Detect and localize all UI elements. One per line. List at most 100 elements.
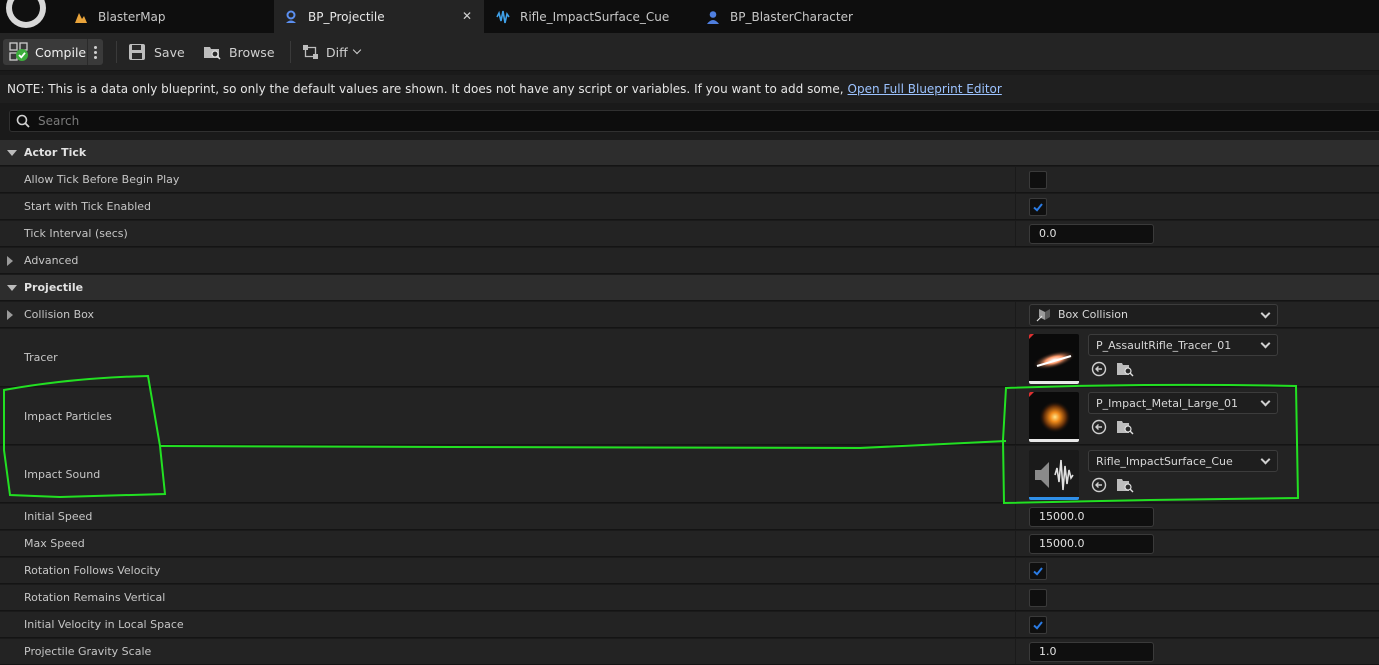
chevron-down-icon — [352, 45, 361, 55]
asset-type-bar — [1029, 439, 1079, 442]
dropdown-value: Rifle_ImpactSurface_Cue — [1096, 454, 1233, 468]
property-label: Start with Tick Enabled — [24, 200, 152, 213]
column-divider — [1015, 531, 1016, 556]
level-icon — [74, 10, 88, 24]
property-row-rotation-follows-velocity: Rotation Follows Velocity — [0, 558, 1379, 584]
checkmark-icon — [1033, 566, 1043, 576]
tracer-thumbnail[interactable] — [1029, 334, 1079, 384]
browse-asset-icon[interactable] — [1116, 418, 1134, 436]
tab-label: BP_Projectile — [308, 9, 385, 24]
rotation-follows-velocity-checkbox[interactable] — [1029, 561, 1047, 580]
browse-asset-icon[interactable] — [1116, 476, 1134, 494]
impact-sound-thumbnail[interactable] — [1029, 450, 1079, 500]
property-label: Rotation Follows Velocity — [24, 564, 161, 577]
tab-blastermap[interactable]: BlasterMap — [62, 0, 274, 33]
column-divider — [1015, 329, 1016, 386]
collision-box-dropdown[interactable]: Box Collision — [1029, 303, 1278, 326]
dropdown-value: P_AssaultRifle_Tracer_01 — [1096, 338, 1232, 352]
property-row-rotation-remains-vertical: Rotation Remains Vertical — [0, 585, 1379, 611]
browse-button[interactable]: Browse — [203, 39, 275, 65]
toolbar-divider — [116, 41, 117, 63]
impact-particles-dropdown[interactable]: P_Impact_Metal_Large_01 — [1088, 392, 1278, 414]
dropdown-value: P_Impact_Metal_Large_01 — [1096, 396, 1238, 410]
component-icon — [1036, 308, 1050, 321]
property-row-gravity-scale: Projectile Gravity Scale 1.0 — [0, 639, 1379, 665]
column-divider — [1015, 194, 1016, 219]
allow-tick-checkbox[interactable] — [1029, 170, 1047, 189]
property-label: Impact Particles — [24, 409, 112, 423]
column-divider — [1015, 446, 1016, 502]
compile-success-icon — [9, 42, 29, 62]
asset-type-bar — [1029, 497, 1079, 500]
tab-label: BP_BlasterCharacter — [730, 9, 853, 24]
rotation-remains-vertical-checkbox[interactable] — [1029, 588, 1047, 607]
blueprint-icon — [284, 10, 298, 24]
compile-button[interactable]: Compile — [3, 39, 103, 65]
particle-impact-icon — [1039, 401, 1071, 433]
chevron-down-icon — [1260, 454, 1271, 465]
diff-button[interactable]: Diff — [302, 39, 361, 65]
chevron-down-icon — [1260, 338, 1271, 349]
use-selected-icon[interactable] — [1090, 418, 1108, 436]
expanded-arrow-icon[interactable] — [7, 140, 17, 165]
tab-label: BlasterMap — [98, 9, 166, 24]
impact-sound-asset-actions — [1090, 476, 1134, 494]
max-speed-field[interactable]: 15000.0 — [1029, 533, 1154, 554]
use-selected-icon[interactable] — [1090, 360, 1108, 378]
property-label: Allow Tick Before Begin Play — [24, 173, 180, 186]
collapsed-arrow-icon[interactable] — [7, 302, 13, 327]
column-divider — [1015, 558, 1016, 583]
column-divider — [1015, 388, 1016, 444]
diff-label: Diff — [326, 44, 348, 60]
column-divider — [1015, 302, 1016, 327]
chevron-down-icon — [1260, 396, 1271, 407]
save-button[interactable]: Save — [128, 39, 185, 65]
browse-asset-icon[interactable] — [1116, 360, 1134, 378]
gravity-scale-field[interactable]: 1.0 — [1029, 641, 1154, 662]
tab-bar: BlasterMap BP_Projectile ✕ Rifle_ImpactS… — [0, 0, 1379, 33]
tracer-dropdown[interactable]: P_AssaultRifle_Tracer_01 — [1088, 334, 1278, 356]
tab-bp-blastercharacter[interactable]: BP_BlasterCharacter — [698, 0, 908, 33]
property-row-allow-tick: Allow Tick Before Begin Play — [0, 167, 1379, 193]
dirty-marker — [1029, 392, 1034, 397]
initial-speed-field[interactable]: 15000.0 — [1029, 506, 1154, 527]
property-row-tick-interval: Tick Interval (secs) 0.0 — [0, 221, 1379, 247]
property-row-initial-velocity-local: Initial Velocity in Local Space — [0, 612, 1379, 638]
start-tick-checkbox[interactable] — [1029, 197, 1047, 216]
search-input[interactable]: Search — [9, 110, 1379, 132]
impact-particles-thumbnail[interactable] — [1029, 392, 1079, 442]
impact-sound-dropdown[interactable]: Rifle_ImpactSurface_Cue — [1088, 450, 1278, 472]
property-row-start-tick: Start with Tick Enabled — [0, 194, 1379, 220]
checkmark-icon — [1033, 620, 1043, 630]
speaker-waveform-icon — [1035, 459, 1074, 491]
tick-interval-field[interactable]: 0.0 — [1029, 223, 1154, 244]
property-row-advanced[interactable]: Advanced — [0, 248, 1379, 274]
column-divider — [1015, 167, 1016, 192]
search-placeholder: Search — [38, 114, 80, 128]
open-full-blueprint-editor-link[interactable]: Open Full Blueprint Editor — [848, 82, 1002, 96]
close-tab-icon[interactable]: ✕ — [462, 9, 472, 23]
property-label: Projectile Gravity Scale — [24, 645, 152, 658]
property-label: Tracer — [24, 351, 58, 364]
particle-tracer-icon — [1032, 350, 1076, 370]
browse-label: Browse — [229, 44, 275, 60]
collapsed-arrow-icon[interactable] — [7, 248, 13, 273]
unreal-logo-icon[interactable] — [6, 0, 46, 28]
property-row-collision-box: Collision Box Box Collision — [0, 302, 1379, 328]
sound-cue-icon — [496, 10, 510, 24]
category-actor-tick[interactable]: Actor Tick — [0, 140, 1379, 166]
tab-rifle-impactsurface-cue[interactable]: Rifle_ImpactSurface_Cue — [486, 0, 696, 33]
use-selected-icon[interactable] — [1090, 476, 1108, 494]
checkmark-icon — [1033, 202, 1043, 212]
column-divider — [1015, 585, 1016, 610]
tab-bp-projectile[interactable]: BP_Projectile ✕ — [274, 0, 484, 33]
compile-options-icon[interactable] — [87, 39, 103, 65]
initial-velocity-local-checkbox[interactable] — [1029, 615, 1047, 634]
expanded-arrow-icon[interactable] — [7, 275, 17, 300]
dirty-marker — [1029, 334, 1034, 339]
tab-label: Rifle_ImpactSurface_Cue — [520, 9, 670, 24]
category-projectile[interactable]: Projectile — [0, 275, 1379, 301]
note-text: NOTE: This is a data only blueprint, so … — [7, 82, 844, 96]
diff-icon — [302, 43, 320, 61]
asset-type-bar — [1029, 381, 1079, 384]
